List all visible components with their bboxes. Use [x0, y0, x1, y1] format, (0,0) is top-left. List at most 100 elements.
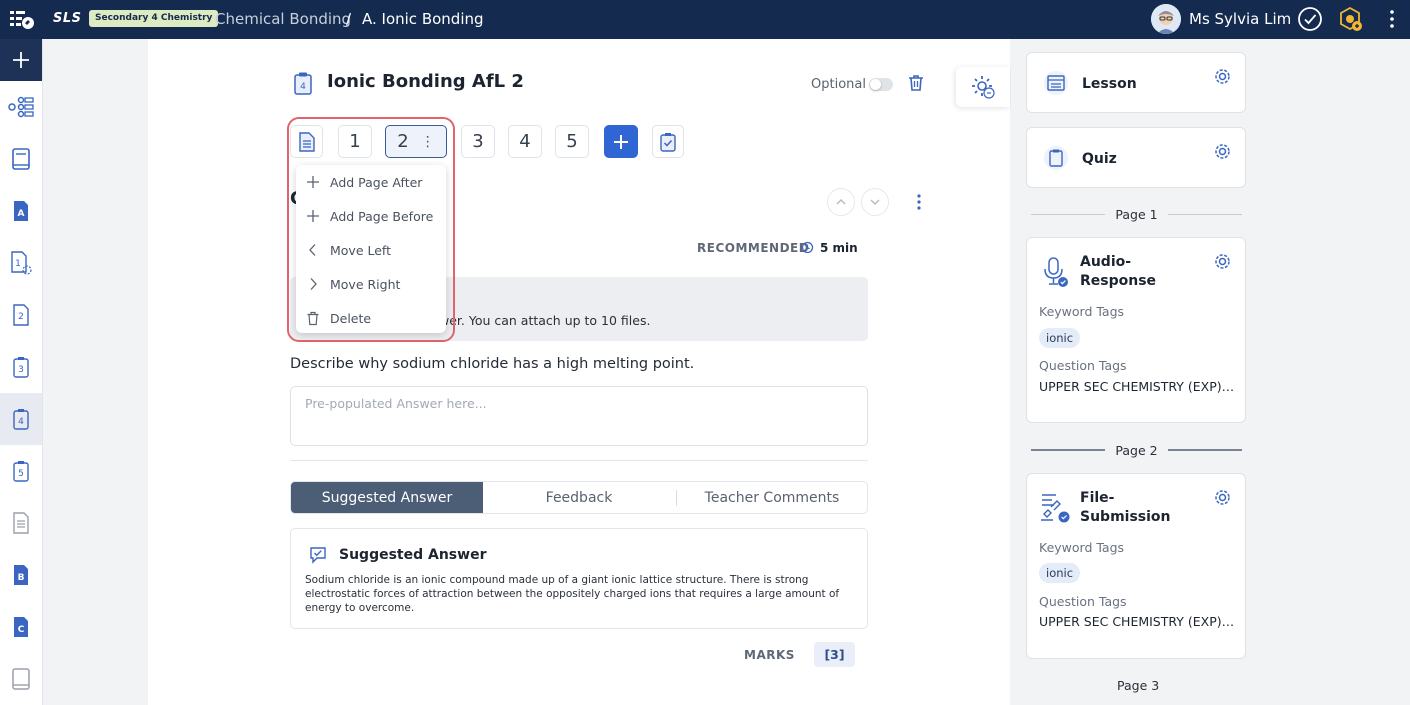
gear-icon[interactable]: [1214, 68, 1231, 85]
rail-item-activity-3[interactable]: 3: [0, 341, 42, 393]
section-a-icon: A: [14, 201, 28, 221]
keyword-tag[interactable]: ionic: [1039, 328, 1081, 348]
question-tags-label: Question Tags: [1039, 594, 1127, 609]
section-b-icon: B: [14, 565, 28, 585]
svg-text:B: B: [18, 573, 25, 583]
check-circle-icon[interactable]: [1297, 6, 1323, 32]
rail-item-document[interactable]: [0, 497, 42, 549]
answer-placeholder: Pre-populated Answer here...: [305, 396, 487, 411]
page-tab-4[interactable]: 4: [508, 125, 542, 158]
suggested-answer-text[interactable]: Sodium chloride is an ionic compound mad…: [305, 573, 853, 615]
marks-input[interactable]: [3]: [814, 642, 855, 667]
sls-logo[interactable]: SLS: [53, 11, 82, 26]
quiz-clipboard-icon: [1044, 146, 1068, 170]
quiz-label: Quiz: [1082, 151, 1117, 167]
recommended-time: 5 min: [820, 241, 858, 255]
clipboard-check-icon: [660, 132, 676, 152]
chevron-right-icon: [310, 278, 317, 290]
move-down-button[interactable]: [861, 188, 889, 216]
rail-item-activity-2[interactable]: 2: [0, 289, 42, 341]
answer-tabs: Suggested Answer Feedback Teacher Commen…: [290, 481, 868, 514]
suggested-answer-icon: [310, 547, 326, 564]
submit-page-button[interactable]: [652, 125, 684, 158]
gear-icon[interactable]: [1214, 253, 1231, 270]
menu-item-add-page-after[interactable]: Add Page After: [296, 165, 446, 199]
left-rail: A 1 2 3 4 5 B C: [0, 39, 43, 705]
notebook-icon: [12, 668, 30, 690]
activity-settings-button[interactable]: [956, 67, 1010, 107]
gear-icon[interactable]: [1214, 489, 1231, 506]
activity-4-icon: 4: [13, 409, 29, 430]
question-tag: UPPER SEC CHEMISTRY (EXP) (2...: [1039, 614, 1235, 629]
plus-icon: [307, 210, 319, 222]
suggested-answer-title: Suggested Answer: [339, 547, 487, 563]
rail-item-book[interactable]: [0, 133, 42, 185]
rail-item-section-b[interactable]: B: [0, 549, 42, 601]
breadcrumb-module[interactable]: Chemical Bonding: [215, 10, 351, 28]
activity-1-icon: 1: [11, 251, 32, 275]
svg-text:A: A: [18, 209, 25, 219]
rail-item-map[interactable]: [0, 81, 42, 133]
tab-suggested-answer[interactable]: Suggested Answer: [291, 482, 483, 513]
rail-item-activity-4[interactable]: 4: [0, 393, 42, 445]
section-c-icon: C: [14, 617, 28, 637]
menu-item-label: Move Left: [330, 242, 392, 258]
microphone-icon: [1044, 257, 1068, 287]
menu-item-move-right[interactable]: Move Right: [296, 267, 446, 301]
lesson-icon: [1044, 71, 1068, 95]
clock-icon: [801, 241, 814, 254]
activity-3-icon: 3: [13, 357, 29, 378]
optional-toggle[interactable]: [869, 78, 893, 91]
breadcrumb-separator: /: [346, 10, 352, 28]
lesson-label: Lesson: [1082, 76, 1137, 92]
rail-item-notebook[interactable]: [0, 653, 42, 705]
more-vertical-icon[interactable]: [1379, 6, 1405, 32]
menu-item-label: Add Page Before: [330, 208, 434, 224]
user-avatar-icon: [1151, 4, 1181, 34]
page-tab-5[interactable]: 5: [555, 125, 589, 158]
rail-item-section-c[interactable]: C: [0, 601, 42, 653]
tab-feedback[interactable]: Feedback: [483, 482, 675, 513]
file-submission-card[interactable]: File-Submission Keyword Tags ionic Quest…: [1026, 473, 1246, 659]
delete-activity-icon[interactable]: [906, 73, 926, 93]
menu-item-move-left[interactable]: Move Left: [296, 233, 446, 267]
avatar[interactable]: [1151, 4, 1181, 34]
svg-text:5: 5: [18, 469, 24, 479]
page-separator-1: Page 1: [1031, 207, 1242, 222]
map-icon: [8, 96, 34, 118]
question-prompt[interactable]: Describe why sodium chloride has a high …: [290, 356, 694, 372]
activity-title[interactable]: Ionic Bonding AfL 2: [327, 71, 524, 92]
subject-badge: Secondary 4 Chemistry: [89, 10, 219, 27]
menu-item-delete[interactable]: Delete: [296, 301, 446, 335]
add-button[interactable]: [0, 39, 42, 81]
keyword-tag[interactable]: ionic: [1039, 563, 1081, 583]
lesson-card[interactable]: Lesson: [1026, 52, 1246, 113]
trash-icon: [307, 311, 319, 325]
chevron-left-icon: [309, 244, 316, 256]
add-page-button[interactable]: [604, 125, 638, 158]
menu-item-label: Delete: [330, 310, 372, 326]
apps-menu-icon[interactable]: [9, 8, 35, 30]
gear-icon[interactable]: [1214, 143, 1231, 160]
rail-item-section-a[interactable]: A: [0, 185, 42, 237]
quiz-card[interactable]: Quiz: [1026, 127, 1246, 188]
svg-text:1: 1: [15, 259, 21, 269]
user-name[interactable]: Ms Sylvia Lim: [1189, 10, 1291, 28]
plus-icon: [614, 134, 628, 149]
file-submission-title: File-Submission: [1080, 490, 1171, 525]
file-submission-icon: [1041, 494, 1070, 523]
rail-item-activity-5[interactable]: 5: [0, 445, 42, 497]
tab-teacher-comments[interactable]: Teacher Comments: [676, 482, 868, 513]
question-more-icon[interactable]: [913, 193, 925, 211]
breadcrumb-section: A. Ionic Bonding: [362, 10, 484, 28]
page-tab-3[interactable]: 3: [461, 125, 495, 158]
prepopulated-answer-input[interactable]: [290, 386, 868, 446]
marks-label: MARKS: [744, 648, 795, 662]
rail-item-activity-1[interactable]: 1: [0, 237, 42, 289]
move-up-button[interactable]: [827, 188, 855, 216]
menu-item-add-page-before[interactable]: Add Page Before: [296, 199, 446, 233]
page-separator-3: Page 3: [1117, 678, 1160, 693]
audio-response-card[interactable]: Audio-Response Keyword Tags ionic Questi…: [1026, 237, 1246, 423]
svg-text:2: 2: [18, 312, 24, 322]
badge-icon[interactable]: [1337, 6, 1363, 32]
